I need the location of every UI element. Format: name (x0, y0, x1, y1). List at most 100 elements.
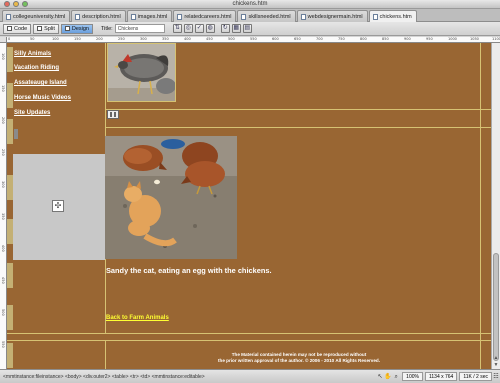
ruler-tick-label: 450 (206, 37, 213, 41)
cat-chickens-photo-drawing (105, 136, 237, 259)
nav-link-silly-animals[interactable]: Silly Animals (14, 51, 51, 57)
globe-icon[interactable]: ◍ (205, 24, 215, 33)
zoom-tool-icon[interactable]: ⌕ (392, 373, 400, 381)
ruler-tick-label: 100 (52, 37, 59, 41)
page-title-input[interactable] (114, 24, 165, 33)
tab-chickens[interactable]: chickens.htm (368, 10, 417, 22)
nav-link-horse-music-videos[interactable]: Horse Music Videos (14, 95, 71, 101)
code-view-button[interactable]: Code (3, 23, 32, 34)
cat-chickens-photo[interactable] (105, 136, 237, 259)
chicken-photo-top-drawing (108, 44, 175, 101)
tab-label: relatedcareers.html (184, 13, 232, 20)
ruler-tick-label: 650 (294, 37, 301, 41)
visual-aids-icon[interactable]: ▦ (231, 24, 241, 33)
code-icon (7, 26, 12, 31)
encoding-icon: ☷ (493, 373, 499, 380)
table-border-line (105, 340, 106, 369)
scroll-down-arrow-icon[interactable]: ▼ (493, 362, 499, 368)
document-toolbar: Code Split Design Title: ⇅ ◎ ✓ ◍ ↻ ▦ ▤ (0, 22, 500, 36)
ruler-tick-label: 100 (1, 53, 5, 60)
file-icon (130, 13, 136, 20)
ruler-tick-label: 550 (250, 37, 257, 41)
title-label: Title: (100, 25, 113, 32)
ruler-tick-label: 750 (338, 37, 345, 41)
design-view-button[interactable]: Design (60, 23, 93, 34)
ruler-tick-label: 300 (1, 181, 5, 188)
tab-label: webdesignermain.html (307, 13, 363, 20)
ruler-tick-label: 900 (404, 37, 411, 41)
anchor-marker[interactable] (14, 129, 18, 139)
nav-link-site-updates[interactable]: Site Updates (14, 110, 50, 116)
split-view-label: Split (44, 25, 55, 32)
file-management-icon[interactable]: ⇅ (172, 24, 182, 33)
window-size-select[interactable]: 1134 x 764 (424, 372, 458, 381)
tab-images[interactable]: images.html (126, 10, 173, 22)
hand-tool-icon[interactable]: ✋ (384, 373, 392, 381)
image-placeholder-icon[interactable] (107, 110, 119, 119)
navigation-column: Silly Animals Vacation Riding Assateauge… (13, 43, 105, 333)
split-icon (37, 26, 43, 31)
scrollbar-thumb[interactable] (493, 253, 499, 361)
ruler-tick-label: 400 (1, 245, 5, 252)
ruler-tick-label: 1050 (470, 37, 479, 41)
ruler-tick-label: 1000 (448, 37, 457, 41)
design-view-label: Design (71, 25, 89, 32)
view-options-icon[interactable]: ▤ (242, 24, 252, 33)
file-icon (6, 13, 11, 20)
tab-collegeuniversity[interactable]: collegeuniversity.html (2, 10, 71, 22)
design-canvas[interactable]: Silly Animals Vacation Riding Assateauge… (7, 43, 491, 369)
file-icon (177, 13, 183, 20)
copyright-line-2: the prior written approval of the author… (218, 358, 380, 363)
code-view-label: Code (14, 25, 28, 32)
refresh-icon[interactable]: ↻ (220, 24, 230, 33)
nav-link-assateauge-island[interactable]: Assateauge Island (14, 80, 67, 86)
ruler-tick-label: 450 (1, 277, 5, 284)
window-title: chickens.htm (232, 1, 268, 7)
preview-browser-icon[interactable]: ◎ (183, 24, 193, 33)
tab-skillsneeded[interactable]: skillsneeded.html (237, 10, 296, 22)
download-size-indicator: 11K / 2 sec (459, 372, 492, 381)
flash-placeholder[interactable]: ✣ (13, 154, 105, 260)
status-bar: <mmtinstance:fileinstance> <body> <div.o… (0, 369, 500, 383)
check-page-icon[interactable]: ✓ (194, 24, 204, 33)
tab-relatedcareers[interactable]: relatedcareers.html (173, 10, 237, 22)
vertical-ruler: 100 150 200 250 300 350 400 450 500 550 (0, 43, 7, 369)
ruler-tick-label: 600 (272, 37, 279, 41)
ruler-tick-label: 350 (162, 37, 169, 41)
split-view-button[interactable]: Split (33, 23, 59, 34)
tab-label: chickens.htm (379, 13, 412, 20)
photo-caption: Sandy the cat, eating an egg with the ch… (106, 266, 272, 275)
ruler-tick-label: 500 (1, 309, 5, 316)
tag-selector[interactable]: <mmtinstance:fileinstance> <body> <div.o… (0, 374, 376, 380)
ruler-tick-label: 300 (140, 37, 147, 41)
file-icon (241, 13, 247, 20)
chicken-photo-top[interactable] (107, 43, 176, 102)
select-tool-icon[interactable]: ↖ (376, 373, 384, 381)
file-icon (300, 13, 306, 20)
ruler-tick-label: 200 (96, 37, 103, 41)
ruler-tick-label: 500 (228, 37, 235, 41)
tab-label: skillsneeded.html (248, 13, 291, 20)
table-border-line (105, 109, 491, 110)
ruler-tick-label: 800 (360, 37, 367, 41)
tab-description[interactable]: description.html (71, 10, 126, 22)
ruler-tick-label: 150 (1, 85, 5, 92)
vertical-scrollbar[interactable]: ▲ ▼ (491, 43, 500, 369)
back-to-farm-animals-link[interactable]: Back to Farm Animals (106, 315, 169, 321)
ruler-tick-label: 400 (184, 37, 191, 41)
tab-webdesignermain[interactable]: webdesignermain.html (296, 10, 368, 22)
nav-link-vacation-riding[interactable]: Vacation Riding (14, 65, 59, 71)
table-border-line (7, 340, 491, 341)
table-border-line (7, 333, 491, 334)
zoom-level-select[interactable]: 100% (402, 372, 423, 381)
ruler-tick-label: 850 (382, 37, 389, 41)
ruler-tick-label: 0 (8, 37, 11, 41)
plugin-icon: ✣ (52, 200, 64, 212)
scroll-up-arrow-icon[interactable]: ▲ (493, 355, 499, 361)
ruler-tick-label: 950 (426, 37, 433, 41)
ruler-tick-label: 550 (1, 341, 5, 348)
ruler-tick-label: 50 (30, 37, 35, 41)
file-icon (372, 13, 378, 20)
table-border-line (105, 127, 491, 128)
ruler-tick-label: 150 (74, 37, 81, 41)
